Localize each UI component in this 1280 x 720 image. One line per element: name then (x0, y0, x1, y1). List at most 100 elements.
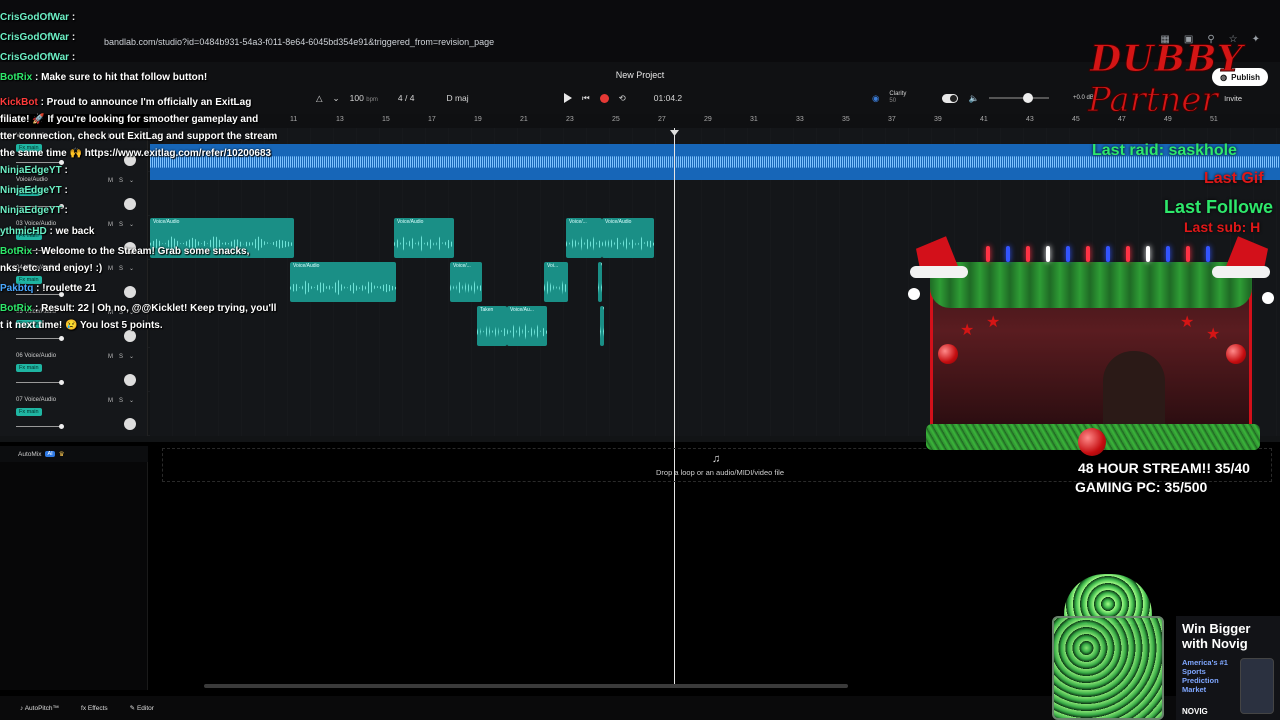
music-note-icon: ♫ (712, 453, 721, 465)
mute-solo-buttons[interactable]: MS⌄ (108, 265, 140, 272)
track-lane[interactable] (150, 216, 1280, 260)
loop-icon[interactable]: ⟲ (619, 93, 626, 104)
track-volume-slider[interactable] (16, 160, 64, 165)
chat-username: BotRix (0, 246, 33, 257)
track-list-empty (0, 462, 148, 690)
chat-message: nks, etc. and enjoy! :) (0, 262, 102, 276)
track-volume-slider[interactable] (16, 424, 64, 429)
clarity-toggle[interactable] (942, 93, 959, 103)
ruler-tick: 11 (290, 116, 298, 123)
chat-message: NinjaEdgeYT : (0, 204, 68, 218)
fx-badge[interactable]: Fx main (16, 364, 42, 372)
crown-icon: ♛ (58, 451, 65, 458)
last-gift: Last Gif (1204, 170, 1264, 187)
string-light (1006, 246, 1010, 262)
mute-solo-buttons[interactable]: MS⌄ (108, 353, 140, 360)
chat-username: ythmicHD (0, 226, 47, 237)
audio-clip[interactable]: Voi... (544, 262, 568, 302)
chat-text: : Proud to announce I'm officially an Ex… (40, 97, 252, 108)
speaker-icon[interactable]: 🔈 (968, 93, 979, 104)
stream-goal-line1: 48 HOUR STREAM!! 35/40 (1078, 460, 1250, 476)
string-light (1066, 246, 1070, 262)
fx-badge[interactable]: Fx main (16, 408, 42, 416)
clip-label: Voice/... (453, 263, 471, 269)
clip-label: Taken (480, 307, 494, 313)
pan-knob[interactable] (124, 286, 136, 298)
editor-button[interactable]: ✎ Editor (130, 704, 154, 712)
master-volume-slider[interactable] (989, 93, 1050, 103)
last-sub: Last sub: H (1184, 219, 1261, 235)
ruler-tick: 25 (612, 116, 620, 123)
mute-solo-buttons[interactable]: MS⌄ (108, 221, 140, 228)
string-light (1206, 246, 1210, 262)
chat-message: BotRix : Make sure to hit that follow bu… (0, 71, 207, 85)
skip-back-icon[interactable]: ⏮ (582, 93, 590, 104)
chat-username: NinjaEdgeYT (0, 185, 62, 196)
clip-label: Voice/Audio (397, 219, 424, 225)
effects-button[interactable]: fx Effects (81, 705, 108, 712)
pan-knob[interactable] (124, 198, 136, 210)
key-selector[interactable]: D maj (446, 93, 468, 103)
chat-message: BotRix : Result: 22 | Oh no, @@Kicklet! … (0, 302, 276, 316)
ruler-tick: 45 (1072, 116, 1080, 123)
track-name[interactable]: 07 Voice/Audio (16, 397, 56, 403)
phone-image (1240, 658, 1274, 714)
play-icon[interactable] (564, 93, 572, 103)
metronome-icon[interactable]: △ (316, 93, 323, 104)
chat-message: the same time 🙌 https://www.exitlag.com/… (0, 147, 271, 161)
audio-clip[interactable]: Voice/Audio (290, 262, 396, 302)
time-signature[interactable]: 4 / 4 (398, 93, 415, 103)
mute-solo-buttons[interactable]: MS⌄ (108, 397, 140, 404)
chat-message: t it next time! 😢 You lost 5 points. (0, 319, 163, 333)
santa-hat-pom (1262, 292, 1274, 304)
gumball-jar (1050, 574, 1166, 720)
automix-label: AutoMix (18, 450, 42, 458)
ruler-tick: 37 (888, 116, 896, 123)
string-light (1126, 246, 1130, 262)
ruler-tick: 35 (842, 116, 850, 123)
chevron-down-icon[interactable]: ⌄ (333, 93, 340, 104)
clip-label: Voice/Au... (510, 307, 534, 313)
chat-text: tter connection, check out ExitLag and s… (0, 131, 278, 142)
ruler-tick: 13 (336, 116, 344, 123)
chat-username: CrisGodOfWar (0, 32, 70, 43)
track-volume-slider[interactable] (16, 336, 64, 341)
playhead[interactable] (674, 128, 675, 688)
track-header[interactable]: 07 Voice/Audio Fx main MS⌄ (0, 392, 148, 436)
audio-clip[interactable]: Voice/Au... (507, 306, 547, 346)
clarity-control[interactable]: Clarity 50 (889, 91, 906, 105)
audio-clip[interactable]: Voice/Audio (394, 218, 454, 258)
audio-clip[interactable]: Voice/... (566, 218, 602, 258)
chat-message: ythmicHD : we back (0, 225, 95, 239)
mute-solo-buttons[interactable]: MS⌄ (108, 177, 140, 184)
track-header[interactable]: 06 Voice/Audio Fx main MS⌄ (0, 348, 148, 392)
star-decoration: ★ (1180, 314, 1195, 331)
string-light (1026, 246, 1030, 262)
track-name[interactable]: 06 Voice/Audio (16, 353, 56, 359)
chat-message: CrisGodOfWar : (0, 31, 75, 45)
audio-clip[interactable]: Taken (477, 306, 507, 346)
chat-message: tter connection, check out ExitLag and s… (0, 130, 277, 144)
ruler-tick: 19 (474, 116, 482, 123)
audio-clip[interactable]: Voi... (598, 262, 602, 302)
pan-knob[interactable] (124, 374, 136, 386)
audio-clip[interactable]: Voi... (600, 306, 604, 346)
record-icon[interactable] (599, 93, 609, 103)
horizontal-scrollbar[interactable] (204, 684, 848, 688)
track-volume-slider[interactable] (16, 380, 64, 385)
last-raid: Last raid: saskhole (1092, 142, 1237, 159)
tempo-value[interactable]: 100 bpm (350, 93, 378, 103)
automix-bar[interactable]: AutoMix AI ♛ (0, 446, 148, 462)
chat-text: : (71, 52, 76, 63)
clip-label: Voice/... (569, 219, 587, 225)
chat-text: : Welcome to the Stream! Grab some snack… (35, 246, 250, 257)
novig-ad[interactable]: Win Bigger with Novig America's #1 Sports… (1176, 616, 1280, 720)
audio-clip[interactable]: Voice/... (450, 262, 482, 302)
audio-clip[interactable]: Voice/Audio (602, 218, 654, 258)
chat-text: : (64, 185, 68, 196)
autopitch-button[interactable]: ♪ AutoPitch™ (20, 705, 59, 712)
chat-message: KickBot : Proud to announce I'm official… (0, 96, 251, 110)
pan-knob[interactable] (124, 418, 136, 430)
clip-label: Voi... (601, 263, 602, 269)
chat-username: BotRix (0, 72, 33, 83)
